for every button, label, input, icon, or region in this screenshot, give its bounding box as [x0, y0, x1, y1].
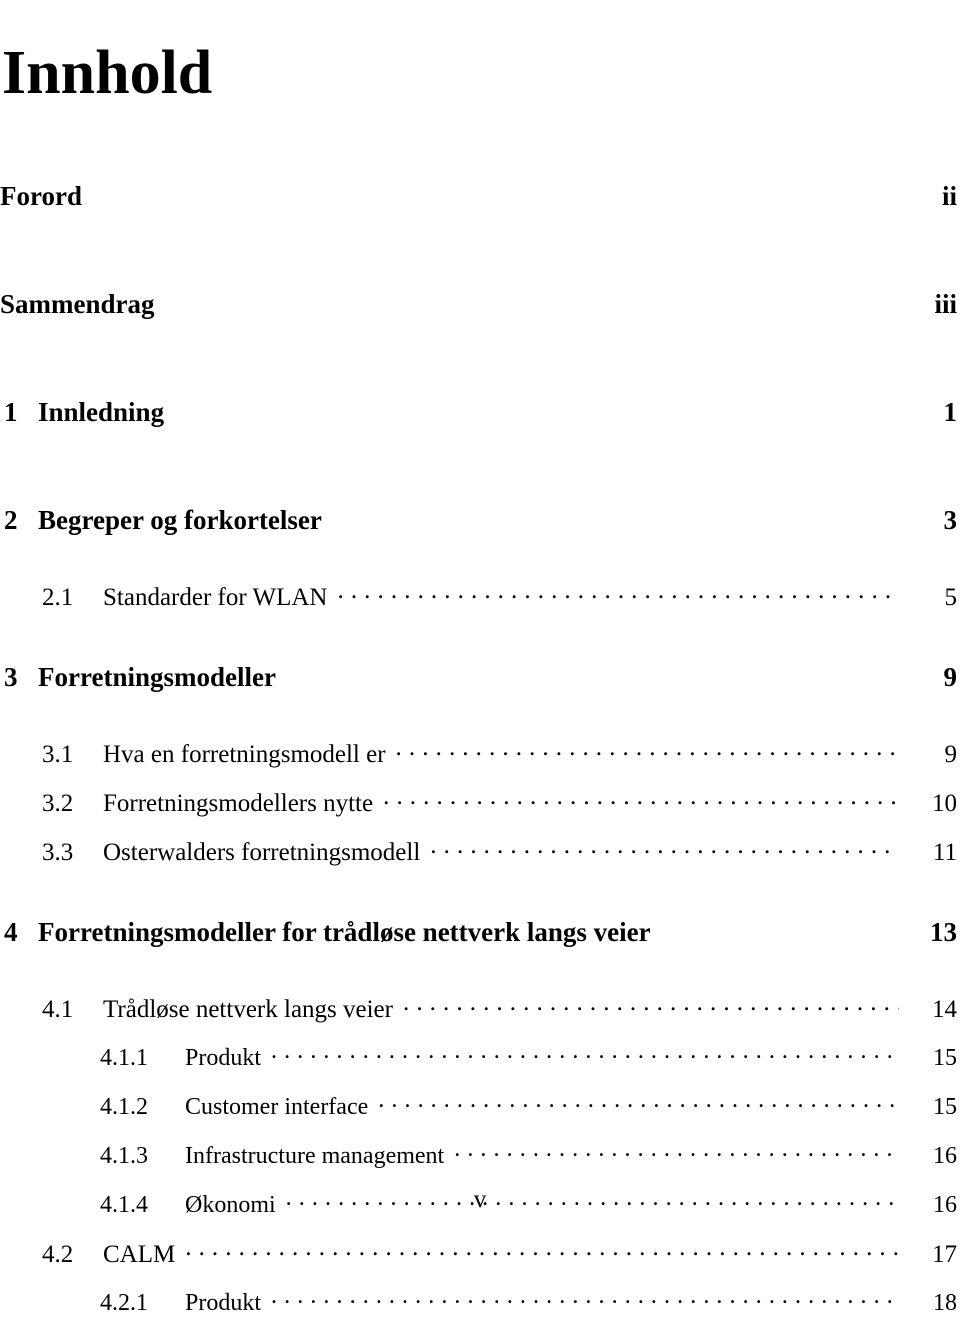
toc-entry-label: Customer interface	[185, 1094, 369, 1120]
toc-page: Innhold Forord ii Sammendrag iii 1 Innledning…	[0, 0, 960, 1316]
toc-entry-label: CALM	[103, 1241, 176, 1268]
toc-entry-page-number: 17	[932, 1241, 957, 1268]
toc-dot-leader: ........................................…	[454, 1139, 899, 1163]
toc-entry-page-number: 9	[944, 741, 958, 768]
toc-dot-leader: ........................................…	[271, 1041, 899, 1065]
toc-entry-number: 2	[4, 505, 18, 535]
toc-entry-number: 3.1	[42, 741, 74, 768]
toc-entry-number: 4.1.3	[100, 1143, 148, 1169]
toc-entry-number: 4.1	[42, 996, 74, 1023]
toc-entry[interactable]: 4.1.1 Produkt............................…	[0, 1041, 960, 1090]
toc-entry-number: 2.1	[42, 584, 74, 611]
toc-entry-page-number: 13	[930, 917, 957, 947]
toc-entry[interactable]: Sammendrag iii	[0, 286, 960, 364]
dot-leader-dots: ........................................…	[378, 1090, 899, 1113]
toc-entry-label: Forretningsmodeller	[38, 662, 276, 692]
toc-entry-page-number: 10	[932, 790, 957, 817]
dot-leader-dots: ........................................…	[430, 835, 899, 859]
toc-entry[interactable]: 3 Forretningsmodeller 9	[0, 659, 960, 737]
toc-dot-leader: ........................................…	[403, 992, 899, 1017]
toc-entry[interactable]: 4.1.3 Infrastructure management..........…	[0, 1139, 960, 1188]
toc-entry[interactable]: 3.2 Forretningsmodellers nytte...........…	[0, 786, 960, 835]
toc-entry-page-number: 14	[932, 996, 957, 1023]
toc-entry-page-number: 15	[933, 1045, 957, 1071]
toc-entry-page-number: iii	[934, 289, 957, 319]
toc-entry-number: 1	[4, 397, 18, 427]
toc-dot-leader: ........................................…	[383, 786, 899, 811]
toc-entry-label: Osterwalders forretningsmodell	[103, 839, 421, 866]
toc-entry[interactable]: 4.2 CALM.................................…	[0, 1237, 960, 1286]
toc-entry-number: 4.2	[42, 1241, 74, 1268]
toc-entry[interactable]: 3.1 Hva en forretningsmodell er..........…	[0, 737, 960, 786]
toc-entry-number: 4.1.2	[100, 1094, 148, 1120]
toc-entry-label: Sammendrag	[0, 289, 155, 319]
toc-entry[interactable]: 4.1 Trådløse nettverk langs veier........…	[0, 992, 960, 1041]
toc-entry-number: 3	[4, 662, 18, 692]
page-title: Innhold	[2, 38, 213, 107]
toc-dot-leader	[332, 502, 899, 529]
toc-entry-label: Forretningsmodeller for trådløse nettver…	[38, 917, 651, 947]
toc-entry-number: 4.1.1	[100, 1045, 148, 1071]
toc-entry-number: 4	[4, 917, 18, 947]
toc-dot-leader: ........................................…	[430, 835, 899, 860]
dot-leader-dots: ........................................…	[271, 1041, 899, 1064]
toc-dot-leader	[92, 178, 899, 205]
toc-entry[interactable]: 1 Innledning 1	[0, 394, 960, 472]
dot-leader-dots: ........................................…	[383, 786, 899, 810]
toc-entry-label: Trådløse nettverk langs veier	[103, 996, 393, 1023]
toc-entry-page-number: 1	[943, 397, 958, 427]
dot-leader-dots: ........................................…	[337, 580, 899, 604]
toc-entry-number: 3.2	[42, 790, 74, 817]
toc-entry[interactable]: 2.1 Standarder for WLAN..................…	[0, 580, 960, 629]
toc-entry-number: 3.3	[42, 839, 74, 866]
toc-dot-leader	[661, 914, 899, 941]
toc-entry-label: Innledning	[38, 397, 165, 427]
toc-entry-page-number: 5	[944, 584, 958, 611]
toc-dot-leader: ........................................…	[337, 580, 899, 605]
toc-entry[interactable]: 2 Begreper og forkortelser 3	[0, 502, 960, 580]
dot-leader-dots: ........................................…	[395, 737, 899, 761]
toc-entry-label: Begreper og forkortelser	[38, 505, 322, 535]
toc-dot-leader: ........................................…	[271, 1286, 899, 1310]
toc-entry[interactable]: 4.1.2 Customer interface.................…	[0, 1090, 960, 1139]
toc-entry-page-number: 3	[943, 505, 958, 535]
toc-entry-number: 4.2.1	[100, 1290, 148, 1316]
toc-dot-leader	[165, 286, 900, 313]
toc-dot-leader: ........................................…	[185, 1237, 899, 1262]
toc-entry-label: Forord	[0, 181, 82, 211]
toc-entry-page-number: 16	[933, 1143, 957, 1169]
toc-dot-leader: ........................................…	[396, 737, 899, 762]
toc-entry-label: Forretningsmodellers nytte	[103, 790, 374, 817]
toc-dot-leader: ........................................…	[378, 1090, 899, 1114]
toc-entry-label: Produkt	[185, 1290, 262, 1316]
dot-leader-dots: ........................................…	[402, 992, 899, 1016]
toc-entry-label: Standarder for WLAN	[103, 584, 328, 611]
dot-leader-dots: ........................................…	[185, 1237, 899, 1261]
toc-entry-page-number: 18	[933, 1290, 957, 1316]
toc-entry[interactable]: 4.2.1 Produkt............................…	[0, 1286, 960, 1335]
toc-dot-leader	[286, 659, 899, 686]
dot-leader-dots: ........................................…	[271, 1286, 899, 1309]
page-folio: v	[473, 1186, 487, 1213]
toc-entry-page-number: 15	[933, 1094, 957, 1120]
toc-entry-page-number: ii	[941, 181, 957, 211]
toc-entry-label: Infrastructure management	[185, 1143, 445, 1169]
toc-entry-label: Hva en forretningsmodell er	[103, 741, 386, 768]
toc-entry-label: Produkt	[185, 1045, 262, 1071]
toc-entry-page-number: 9	[943, 662, 958, 692]
toc-entry[interactable]: Forord ii	[0, 178, 960, 256]
table-of-contents: Forord ii Sammendrag iii 1 Innledning 1 2 Begrep…	[0, 178, 960, 1335]
toc-entry[interactable]: 4 Forretningsmodeller for trådløse nettve…	[0, 914, 960, 992]
toc-entry-page-number: 11	[932, 839, 957, 866]
toc-dot-leader	[174, 394, 899, 421]
toc-entry[interactable]: 3.3 Osterwalders forretningsmodell.......…	[0, 835, 960, 884]
dot-leader-dots: ........................................…	[454, 1139, 899, 1162]
